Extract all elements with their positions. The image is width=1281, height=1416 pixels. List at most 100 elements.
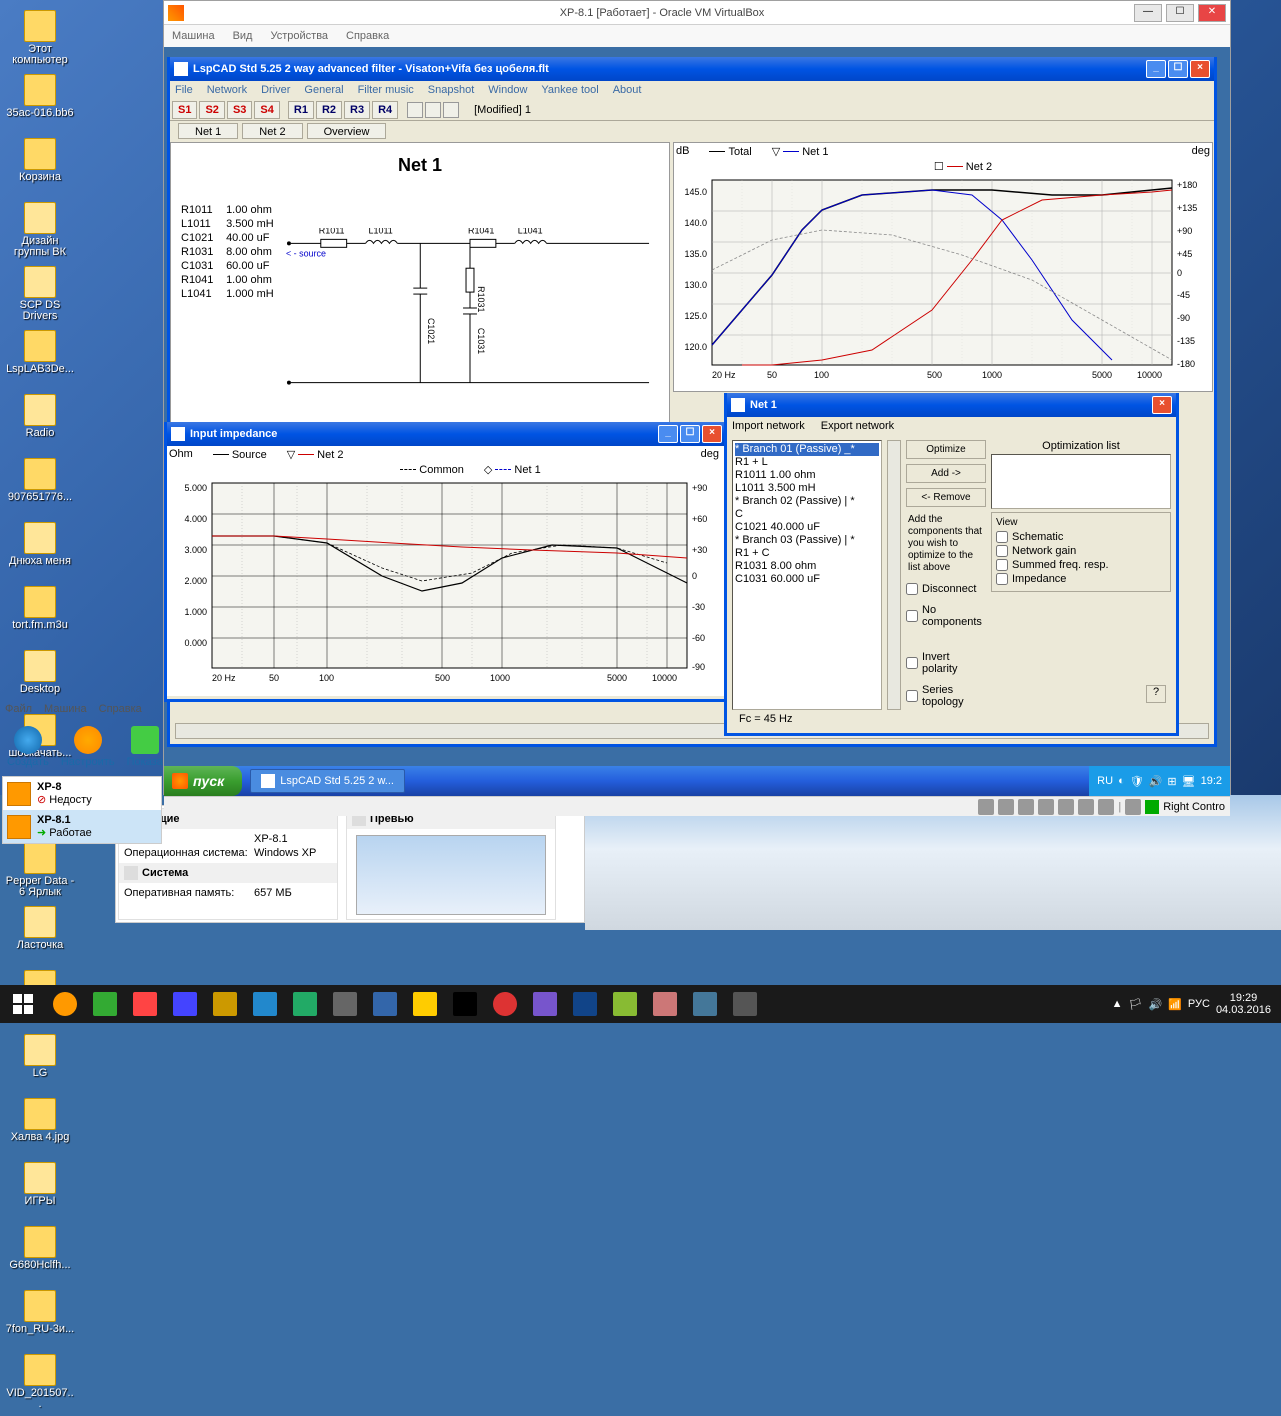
menu-machine[interactable]: Машина <box>172 30 215 42</box>
status-icon[interactable] <box>998 799 1014 815</box>
desktop-icon[interactable]: Pepper Data - 6 Ярлык <box>5 842 75 902</box>
windows-start-button[interactable] <box>0 985 45 1023</box>
tray-icon[interactable]: 🏳 <box>1129 998 1143 1011</box>
settings-button[interactable]: Настроить <box>61 726 115 768</box>
status-icon[interactable] <box>1078 799 1094 815</box>
taskbar-app-icon[interactable] <box>205 985 245 1023</box>
taskbar-app-icon[interactable] <box>85 985 125 1023</box>
taskbar-app-icon[interactable] <box>125 985 165 1023</box>
invert-polarity-checkbox[interactable] <box>906 657 918 669</box>
menu-import[interactable]: Import network <box>732 420 805 432</box>
desktop-icon[interactable]: Этот компьютер <box>5 10 75 70</box>
taskbar-app-icon[interactable] <box>565 985 605 1023</box>
optimization-list[interactable] <box>991 454 1171 509</box>
vm-preview-thumbnail[interactable] <box>356 835 546 915</box>
menu-general[interactable]: General <box>304 84 343 96</box>
status-icon[interactable] <box>978 799 994 815</box>
desktop-icon[interactable]: Халва 4.jpg <box>5 1098 75 1158</box>
create-button[interactable]: Создать <box>7 726 49 768</box>
tray-icon[interactable]: 🛡 <box>1130 775 1144 788</box>
menu-machine[interactable]: Машина <box>44 703 87 715</box>
status-icon[interactable] <box>1038 799 1054 815</box>
tray-time[interactable]: 19:2 <box>1201 775 1222 787</box>
menu-yankee[interactable]: Yankee tool <box>541 84 598 96</box>
tab-overview[interactable]: Overview <box>307 123 387 139</box>
tray-icon[interactable]: 🔊 <box>1149 998 1163 1011</box>
s2-button[interactable]: S2 <box>199 101 224 119</box>
menu-view[interactable]: Вид <box>233 30 253 42</box>
network-gain-checkbox[interactable] <box>996 545 1008 557</box>
tool-icon[interactable] <box>425 102 441 118</box>
branch-list[interactable]: * Branch 01 (Passive) _* R1 + L R1011 1.… <box>732 440 882 710</box>
remove-button[interactable]: <- Remove <box>906 488 986 507</box>
taskbar-app-icon[interactable] <box>325 985 365 1023</box>
taskbar-app-icon[interactable] <box>485 985 525 1023</box>
close-button[interactable]: × <box>1152 396 1172 414</box>
menu-filter-music[interactable]: Filter music <box>358 84 414 96</box>
tray-icon[interactable]: ⊞ <box>1167 775 1176 788</box>
menu-file[interactable]: File <box>175 84 193 96</box>
tray-icon[interactable]: 📶 <box>1168 998 1182 1011</box>
taskbar-app-icon[interactable] <box>605 985 645 1023</box>
tool-icon[interactable] <box>407 102 423 118</box>
schematic-checkbox[interactable] <box>996 531 1008 543</box>
status-icon[interactable] <box>1098 799 1114 815</box>
taskbar-app-icon[interactable] <box>285 985 325 1023</box>
close-button[interactable]: ✕ <box>1198 4 1226 22</box>
optimize-button[interactable]: Optimize <box>906 440 986 459</box>
maximize-button[interactable]: ☐ <box>1168 60 1188 78</box>
tray-icon[interactable]: ◐ <box>1118 775 1125 787</box>
impedance-checkbox[interactable] <box>996 573 1008 585</box>
r2-button[interactable]: R2 <box>316 101 342 119</box>
desktop-icon[interactable]: tort.fm.m3u <box>5 586 75 646</box>
add-button[interactable]: Add -> <box>906 464 986 483</box>
menu-snapshot[interactable]: Snapshot <box>428 84 474 96</box>
tray-lang[interactable]: РУС <box>1188 998 1210 1010</box>
tray-icon[interactable]: 🖥 <box>1182 775 1196 788</box>
menu-network[interactable]: Network <box>207 84 247 96</box>
tool-icon[interactable] <box>443 102 459 118</box>
xp-start-button[interactable]: пуск <box>164 766 242 796</box>
desktop-icon[interactable]: VID_201507... <box>5 1354 75 1414</box>
status-icon[interactable] <box>1058 799 1074 815</box>
desktop-icon[interactable]: LG <box>5 1034 75 1094</box>
desktop-icon[interactable]: Ласточка <box>5 906 75 966</box>
show-button[interactable]: Показа <box>127 726 163 768</box>
minimize-button[interactable]: _ <box>658 425 678 443</box>
maximize-button[interactable]: ☐ <box>1166 4 1194 22</box>
desktop-icon[interactable]: 7fon_RU-3и... <box>5 1290 75 1350</box>
tab-net2[interactable]: Net 2 <box>242 123 302 139</box>
vm-list-item[interactable]: XP-8⊘ Недосту <box>3 777 161 810</box>
menu-devices[interactable]: Устройства <box>270 30 328 42</box>
menu-help[interactable]: Справка <box>99 703 142 715</box>
menu-help[interactable]: Справка <box>346 30 389 42</box>
taskbar-app-icon[interactable] <box>405 985 445 1023</box>
tray-lang[interactable]: RU <box>1097 775 1113 787</box>
taskbar-app-icon[interactable] <box>365 985 405 1023</box>
no-components-checkbox[interactable] <box>906 610 918 622</box>
s1-button[interactable]: S1 <box>172 101 197 119</box>
scrollbar[interactable] <box>887 440 901 710</box>
desktop-icon[interactable]: Корзина <box>5 138 75 198</box>
menu-window[interactable]: Window <box>488 84 527 96</box>
desktop-icon[interactable]: 35ac-016.bb6 <box>5 74 75 134</box>
minimize-button[interactable]: _ <box>1146 60 1166 78</box>
summed-freq-checkbox[interactable] <box>996 559 1008 571</box>
vm-list-item[interactable]: XP-8.1➜ Работае <box>3 810 161 843</box>
taskbar-app-icon[interactable] <box>445 985 485 1023</box>
desktop-icon[interactable]: LspLAB3De... <box>5 330 75 390</box>
r1-button[interactable]: R1 <box>288 101 314 119</box>
menu-file[interactable]: Файл <box>5 703 32 715</box>
desktop-icon[interactable]: ИГРЫ <box>5 1162 75 1222</box>
r4-button[interactable]: R4 <box>372 101 398 119</box>
tab-net1[interactable]: Net 1 <box>178 123 238 139</box>
desktop-icon[interactable]: SCP DS Drivers <box>5 266 75 326</box>
tray-icon[interactable]: 🔊 <box>1149 775 1163 788</box>
series-topology-checkbox[interactable] <box>906 690 918 702</box>
taskbar-app-icon[interactable] <box>165 985 205 1023</box>
menu-export[interactable]: Export network <box>821 420 894 432</box>
taskbar-app-icon[interactable] <box>525 985 565 1023</box>
desktop-icon[interactable]: Radio <box>5 394 75 454</box>
desktop-icon[interactable]: Дизайн группы ВК <box>5 202 75 262</box>
s3-button[interactable]: S3 <box>227 101 252 119</box>
